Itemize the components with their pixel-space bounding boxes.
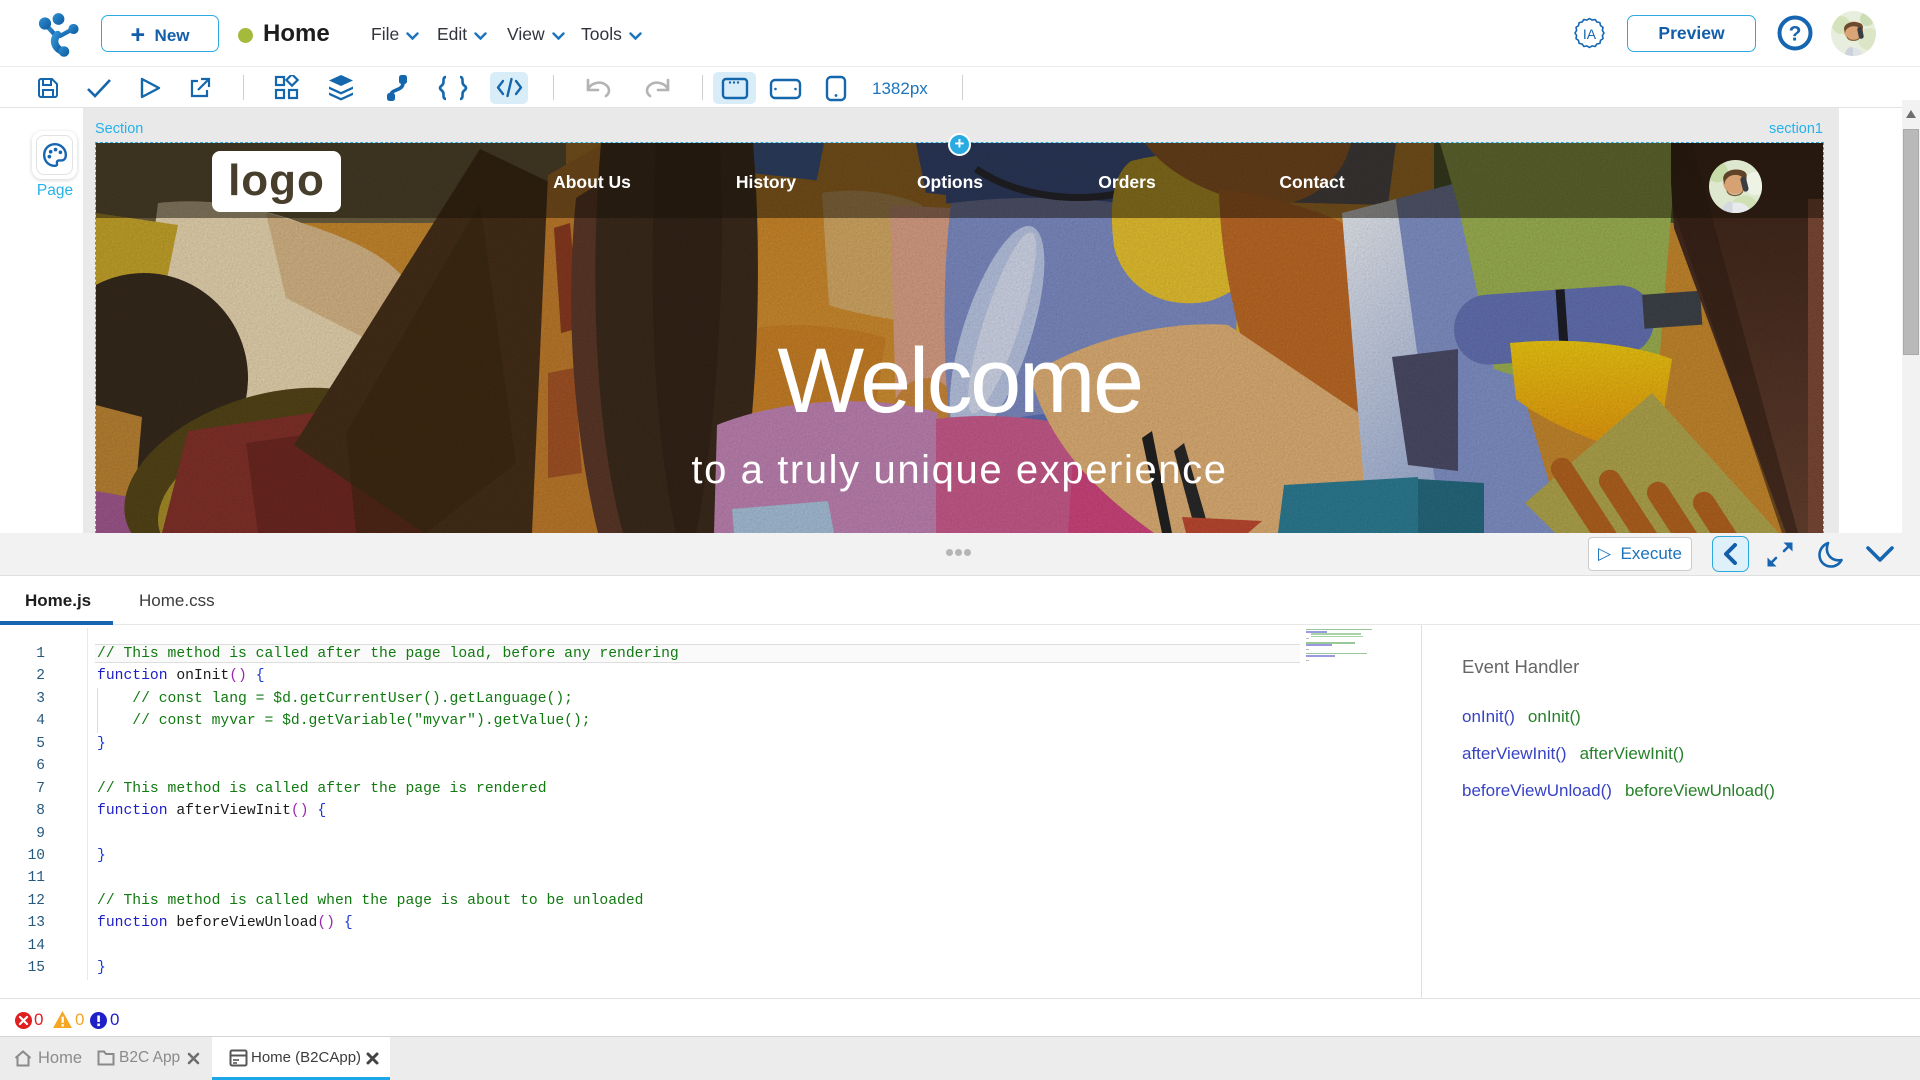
svg-text:IA: IA <box>1583 26 1597 42</box>
svg-text:?: ? <box>1789 23 1802 46</box>
